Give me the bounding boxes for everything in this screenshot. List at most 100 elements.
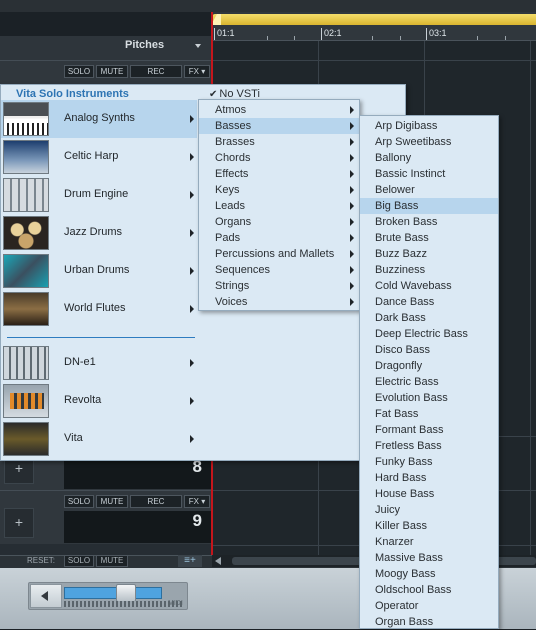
category-item-voices[interactable]: Voices [199,294,359,310]
preset-item-house-bass[interactable]: House Bass [360,486,498,502]
preset-item-big-bass[interactable]: Big Bass [360,198,498,214]
preset-label: Belower [375,184,415,196]
reset-solo-button[interactable]: SOLO [64,555,94,567]
category-submenu: Atmos Basses Brasses Chords Effects Keys Leads… [198,99,360,311]
solo-button[interactable]: SOLO [64,65,94,78]
preset-item-hard-bass[interactable]: Hard Bass [360,470,498,486]
fx-button[interactable]: FX ▾ [184,495,210,508]
preset-item-ballony[interactable]: Ballony [360,150,498,166]
add-track-icon[interactable]: ≡+ [178,555,202,567]
menu-item-revolta[interactable]: Revolta [1,382,197,420]
chevron-right-icon [190,115,194,123]
scroll-left-icon[interactable] [215,557,221,565]
preset-item-massive-bass[interactable]: Massive Bass [360,550,498,566]
revolta-thumbnail [3,384,49,418]
preset-item-oldschool-bass[interactable]: Oldschool Bass [360,582,498,598]
chevron-right-icon [350,122,354,130]
pitches-dropdown-label[interactable]: Pitches [125,39,164,51]
track-name-area[interactable] [64,511,212,543]
preset-item-organ-bass[interactable]: Organ Bass [360,614,498,630]
preset-item-arp-sweetibass[interactable]: Arp Sweetibass [360,134,498,150]
preset-item-fretless-bass[interactable]: Fretless Bass [360,438,498,454]
add-instrument-button[interactable]: + [4,508,34,538]
preset-label: Dance Bass [375,296,435,308]
chevron-down-icon[interactable] [195,44,201,48]
menu-item-vita[interactable]: Vita [1,420,197,458]
chevron-right-icon [350,138,354,146]
chevron-right-icon [350,266,354,274]
preset-item-funky-bass[interactable]: Funky Bass [360,454,498,470]
urban-drums-thumbnail [3,254,49,288]
preset-item-bassic-instinct[interactable]: Bassic Instinct [360,166,498,182]
menu-item-label: Urban Drums [64,264,130,276]
preset-item-fat-bass[interactable]: Fat Bass [360,406,498,422]
category-item-organs[interactable]: Organs [199,214,359,230]
preset-item-buzz-bazz[interactable]: Buzz Bazz [360,246,498,262]
rec-button[interactable]: REC [130,65,182,78]
preset-item-operator[interactable]: Operator [360,598,498,614]
category-label: Keys [215,184,240,196]
rec-button[interactable]: REC [130,495,182,508]
preset-label: Moogy Bass [375,568,436,580]
position-slider-fill[interactable] [64,587,162,599]
category-item-basses[interactable]: Basses [199,118,359,134]
preset-item-disco-bass[interactable]: Disco Bass [360,342,498,358]
mute-button[interactable]: MUTE [96,495,128,508]
preset-item-belower[interactable]: Belower [360,182,498,198]
category-item-effects[interactable]: Effects [199,166,359,182]
solo-button[interactable]: SOLO [64,495,94,508]
preset-item-formant-bass[interactable]: Formant Bass [360,422,498,438]
menu-item-urban-drums[interactable]: Urban Drums [1,252,197,290]
preset-item-evolution-bass[interactable]: Evolution Bass [360,390,498,406]
preset-label: Hard Bass [375,472,427,484]
category-item-strings[interactable]: Strings [199,278,359,294]
preset-item-moogy-bass[interactable]: Moogy Bass [360,566,498,582]
fx-button[interactable]: FX ▾ [184,65,210,78]
loop-range-bar[interactable] [212,14,536,25]
preset-label: Dragonfly [375,360,423,372]
ruler-tick: 02:1 [321,28,342,40]
menu-item-dn-e1[interactable]: DN-e1 [1,344,197,382]
category-item-sequences[interactable]: Sequences [199,262,359,278]
menu-item-world-flutes[interactable]: World Flutes [1,290,197,328]
category-item-brasses[interactable]: Brasses [199,134,359,150]
track-row[interactable]: SOLO MUTE REC FX ▾ + 9 [0,490,212,544]
category-item-leads[interactable]: Leads [199,198,359,214]
category-item-keys[interactable]: Keys [199,182,359,198]
menu-item-label: World Flutes [64,302,126,314]
preset-label: Arp Sweetibass [375,136,452,148]
preset-item-knarzer[interactable]: Knarzer [360,534,498,550]
track-name-area[interactable] [64,457,212,489]
category-item-atmos[interactable]: Atmos [199,102,359,118]
preset-item-killer-bass[interactable]: Killer Bass [360,518,498,534]
reset-mute-button[interactable]: MUTE [96,555,128,567]
menu-item-jazz-drums[interactable]: Jazz Drums [1,214,197,252]
preset-item-arp-digibass[interactable]: Arp Digibass [360,118,498,134]
mute-button[interactable]: MUTE [96,65,128,78]
preset-item-dance-bass[interactable]: Dance Bass [360,294,498,310]
menu-item-label: Drum Engine [64,188,129,200]
menu-item-label: Revolta [64,394,102,406]
category-item-chords[interactable]: Chords [199,150,359,166]
preset-item-deep-electric-bass[interactable]: Deep Electric Bass [360,326,498,342]
preset-item-broken-bass[interactable]: Broken Bass [360,214,498,230]
category-item-pads[interactable]: Pads [199,230,359,246]
position-slider-thumb[interactable] [116,584,136,602]
category-item-percussions-and-mallets[interactable]: Percussions and Mallets [199,246,359,262]
arrow-left-icon [41,591,48,601]
chevron-right-icon [350,250,354,258]
chevron-right-icon [350,282,354,290]
menu-item-analog-synths[interactable]: Analog Synths [1,100,197,138]
timeline-ruler[interactable]: 01:1 02:1 03:1 [212,12,536,41]
preset-item-electric-bass[interactable]: Electric Bass [360,374,498,390]
vita-thumbnail [3,422,49,456]
menu-item-celtic-harp[interactable]: Celtic Harp [1,138,197,176]
preset-item-dark-bass[interactable]: Dark Bass [360,310,498,326]
menu-item-drum-engine[interactable]: Drum Engine [1,176,197,214]
preset-item-cold-wavebass[interactable]: Cold Wavebass [360,278,498,294]
preset-item-juicy[interactable]: Juicy [360,502,498,518]
preset-item-dragonfly[interactable]: Dragonfly [360,358,498,374]
preset-item-brute-bass[interactable]: Brute Bass [360,230,498,246]
preset-label: Bassic Instinct [375,168,446,180]
preset-item-buzziness[interactable]: Buzziness [360,262,498,278]
